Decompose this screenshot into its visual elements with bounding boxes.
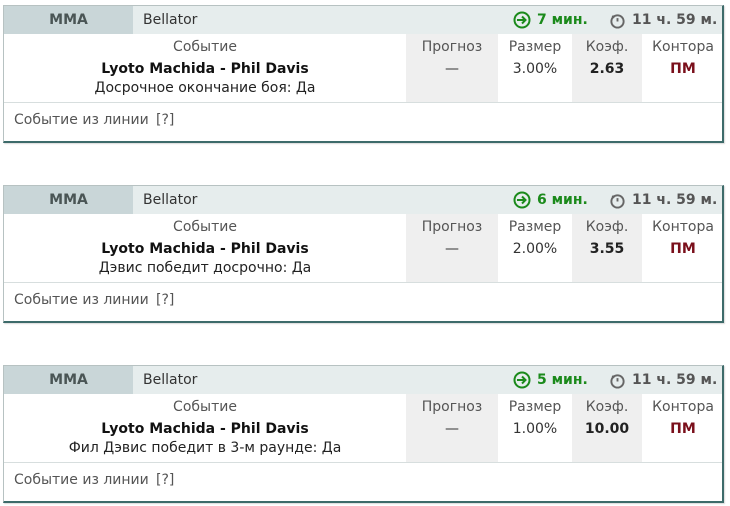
size-value: 2.00% — [512, 241, 558, 257]
forecast-column: Прогноз — — [406, 214, 498, 282]
event-title[interactable]: Lyoto Machida - Phil Davis — [4, 421, 406, 437]
forecast-value: — — [445, 61, 459, 77]
size-column: Размер 2.00% — [498, 214, 572, 282]
odds-header: Коэф. — [585, 399, 629, 415]
bookmaker-value[interactable]: ПМ — [642, 241, 724, 257]
stopwatch-icon — [609, 372, 626, 389]
forecast-header: Прогноз — [421, 39, 483, 55]
league-label[interactable]: Bellator — [143, 186, 197, 214]
bookmaker-column: Контора ПМ — [642, 214, 724, 282]
bookmaker-value[interactable]: ПМ — [642, 421, 724, 437]
time-to-start-text: 11 ч. 59 м. — [632, 12, 718, 28]
event-column: Событие Lyoto Machida - Phil Davis Дэвис… — [4, 214, 406, 282]
size-header: Размер — [508, 39, 562, 55]
forecast-header: Прогноз — [421, 219, 483, 235]
posted-clock-icon — [513, 371, 531, 389]
bookmaker-column: Контора ПМ — [642, 394, 724, 462]
posted-ago: 6 мин. — [513, 186, 588, 214]
help-link[interactable]: [?] — [156, 112, 174, 128]
stopwatch-icon — [609, 192, 626, 209]
forecast-value: — — [445, 421, 459, 437]
time-to-start: 11 ч. 59 м. — [609, 186, 717, 214]
size-value: 3.00% — [512, 61, 558, 77]
posted-ago: 5 мин. — [513, 366, 588, 394]
help-link[interactable]: [?] — [156, 292, 174, 308]
time-to-start-text: 11 ч. 59 м. — [632, 192, 718, 208]
odds-value: 2.63 — [589, 61, 625, 77]
bookmaker-header: Контора — [652, 39, 714, 55]
event-header: Событие — [173, 399, 237, 415]
card-header: MMA Bellator 6 мин. 11 ч. 59 м. — [4, 186, 722, 214]
forecast-header: Прогноз — [421, 399, 483, 415]
help-link[interactable]: [?] — [156, 472, 174, 488]
league-label[interactable]: Bellator — [143, 6, 197, 34]
bookmaker-header: Контора — [652, 219, 714, 235]
tip-card: MMA Bellator 5 мин. 11 ч. 59 м. Событие … — [3, 365, 724, 503]
odds-column: Коэф. 2.63 — [572, 34, 642, 102]
bookmaker-column: Контора ПМ — [642, 34, 724, 102]
event-outcome: Досрочное окончание боя: Да — [94, 80, 316, 96]
sport-label[interactable]: MMA — [4, 6, 133, 34]
size-column: Размер 3.00% — [498, 34, 572, 102]
forecast-value: — — [445, 241, 459, 257]
card-header: MMA Bellator 7 мин. 11 ч. 59 м. — [4, 6, 722, 34]
forecast-column: Прогноз — — [406, 394, 498, 462]
forecast-column: Прогноз — — [406, 34, 498, 102]
time-to-start: 11 ч. 59 м. — [609, 366, 717, 394]
odds-column: Коэф. 3.55 — [572, 214, 642, 282]
event-header: Событие — [173, 39, 237, 55]
sport-label[interactable]: MMA — [4, 186, 133, 214]
odds-header: Коэф. — [585, 219, 629, 235]
odds-value: 3.55 — [589, 241, 625, 257]
posted-clock-icon — [513, 11, 531, 29]
event-title[interactable]: Lyoto Machida - Phil Davis — [4, 241, 406, 257]
posted-ago: 7 мин. — [513, 6, 588, 34]
size-value: 1.00% — [512, 421, 558, 437]
from-line-label: Событие из линии — [14, 292, 149, 308]
from-line-label: Событие из линии — [14, 112, 149, 128]
tip-card: MMA Bellator 6 мин. 11 ч. 59 м. Событие … — [3, 185, 724, 323]
tip-card: MMA Bellator 7 мин. 11 ч. 59 м. Событие … — [3, 5, 724, 143]
size-header: Размер — [508, 219, 562, 235]
posted-clock-icon — [513, 191, 531, 209]
time-to-start: 11 ч. 59 м. — [609, 6, 717, 34]
event-outcome: Фил Дэвис победит в 3-м раунде: Да — [68, 440, 342, 456]
size-header: Размер — [508, 399, 562, 415]
from-line-label: Событие из линии — [14, 472, 149, 488]
posted-ago-text: 5 мин. — [537, 372, 588, 388]
size-column: Размер 1.00% — [498, 394, 572, 462]
card-footer: Событие из линии [?] — [4, 282, 722, 323]
odds-value: 10.00 — [584, 421, 630, 437]
event-title[interactable]: Lyoto Machida - Phil Davis — [4, 61, 406, 77]
time-to-start-text: 11 ч. 59 м. — [632, 372, 718, 388]
odds-header: Коэф. — [585, 39, 629, 55]
event-outcome: Дэвис победит досрочно: Да — [98, 260, 312, 276]
odds-column: Коэф. 10.00 — [572, 394, 642, 462]
posted-ago-text: 7 мин. — [537, 12, 588, 28]
card-footer: Событие из линии [?] — [4, 462, 722, 503]
card-footer: Событие из линии [?] — [4, 102, 722, 143]
stopwatch-icon — [609, 12, 626, 29]
event-column: Событие Lyoto Machida - Phil Davis Досро… — [4, 34, 406, 102]
posted-ago-text: 6 мин. — [537, 192, 588, 208]
league-label[interactable]: Bellator — [143, 366, 197, 394]
bookmaker-value[interactable]: ПМ — [642, 61, 724, 77]
bookmaker-header: Контора — [652, 399, 714, 415]
sport-label[interactable]: MMA — [4, 366, 133, 394]
card-header: MMA Bellator 5 мин. 11 ч. 59 м. — [4, 366, 722, 394]
event-column: Событие Lyoto Machida - Phil Davis Фил Д… — [4, 394, 406, 462]
event-header: Событие — [173, 219, 237, 235]
